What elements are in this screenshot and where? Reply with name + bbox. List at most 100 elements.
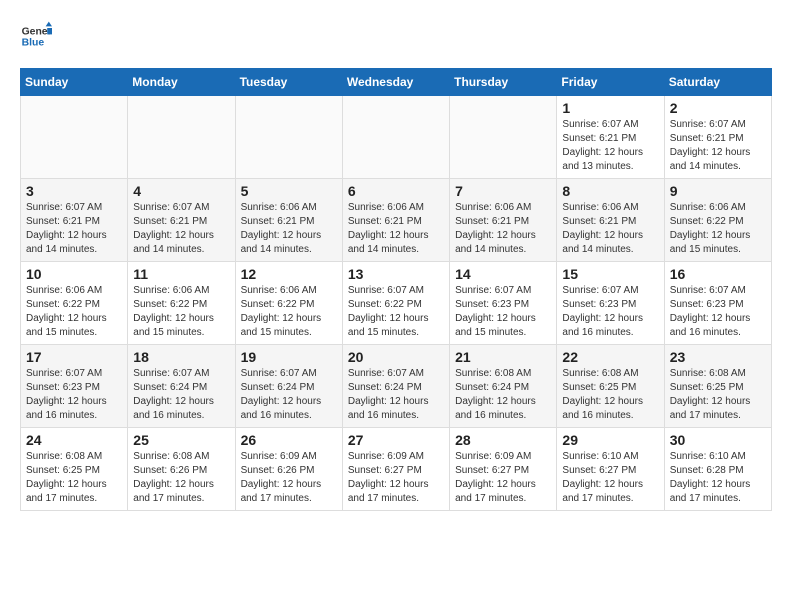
day-number: 9 xyxy=(670,183,766,199)
calendar-cell: 28Sunrise: 6:09 AM Sunset: 6:27 PM Dayli… xyxy=(450,428,557,511)
calendar-table: SundayMondayTuesdayWednesdayThursdayFrid… xyxy=(20,68,772,511)
calendar-cell: 4Sunrise: 6:07 AM Sunset: 6:21 PM Daylig… xyxy=(128,179,235,262)
day-number: 27 xyxy=(348,432,444,448)
day-info: Sunrise: 6:08 AM Sunset: 6:24 PM Dayligh… xyxy=(455,367,551,423)
calendar-cell: 18 Sunrise: 6:07 AM Sunset: 6:24 PM Dayli… xyxy=(128,345,235,428)
day-info: Sunrise: 6:06 AM Sunset: 6:21 PM Dayligh… xyxy=(348,201,444,257)
day-number: 24 xyxy=(26,432,122,448)
day-number: 18 xyxy=(133,349,229,365)
calendar-header: SundayMondayTuesdayWednesdayThursdayFrid… xyxy=(21,69,772,96)
day-info: Sunrise: 6:07 AM Sunset: 6:23 PM Dayligh… xyxy=(670,284,766,340)
weekday-header: Thursday xyxy=(450,69,557,96)
weekday-header: Tuesday xyxy=(235,69,342,96)
day-number: 21 xyxy=(455,349,551,365)
calendar-cell: 10 Sunrise: 6:06 AM Sunset: 6:22 PM Dayli… xyxy=(21,262,128,345)
day-number: 11 xyxy=(133,266,229,282)
day-info: Sunrise: 6:06 AM Sunset: 6:22 PM Dayligh… xyxy=(241,284,337,340)
calendar-cell: 20 Sunrise: 6:07 AM Sunset: 6:24 PM Dayli… xyxy=(342,345,449,428)
day-info: Sunrise: 6:08 AM Sunset: 6:25 PM Dayligh… xyxy=(26,450,122,506)
calendar-week-row: 17 Sunrise: 6:07 AM Sunset: 6:23 PM Dayli… xyxy=(21,345,772,428)
calendar-cell: 27 Sunrise: 6:09 AM Sunset: 6:27 PM Dayli… xyxy=(342,428,449,511)
day-info: Sunrise: 6:06 AM Sunset: 6:21 PM Dayligh… xyxy=(241,201,337,257)
day-info: Sunrise: 6:07 AM Sunset: 6:22 PM Dayligh… xyxy=(348,284,444,340)
calendar-cell: 7 Sunrise: 6:06 AM Sunset: 6:21 PM Daylig… xyxy=(450,179,557,262)
day-info: Sunrise: 6:08 AM Sunset: 6:25 PM Dayligh… xyxy=(562,367,658,423)
day-number: 13 xyxy=(348,266,444,282)
day-info: Sunrise: 6:06 AM Sunset: 6:22 PM Dayligh… xyxy=(133,284,229,340)
day-number: 30 xyxy=(670,432,766,448)
day-info: Sunrise: 6:07 AM Sunset: 6:21 PM Dayligh… xyxy=(670,118,766,174)
calendar-cell: 14 Sunrise: 6:07 AM Sunset: 6:23 PM Dayli… xyxy=(450,262,557,345)
day-info: Sunrise: 6:06 AM Sunset: 6:22 PM Dayligh… xyxy=(26,284,122,340)
logo: General Blue xyxy=(20,20,52,52)
day-number: 15 xyxy=(562,266,658,282)
calendar-cell: 11 Sunrise: 6:06 AM Sunset: 6:22 PM Dayli… xyxy=(128,262,235,345)
day-info: Sunrise: 6:07 AM Sunset: 6:24 PM Dayligh… xyxy=(133,367,229,423)
svg-text:Blue: Blue xyxy=(22,38,45,49)
day-info: Sunrise: 6:07 AM Sunset: 6:24 PM Dayligh… xyxy=(241,367,337,423)
calendar-cell xyxy=(342,96,449,179)
day-number: 10 xyxy=(26,266,122,282)
calendar-cell: 12Sunrise: 6:06 AM Sunset: 6:22 PM Dayli… xyxy=(235,262,342,345)
calendar-body: 1 Sunrise: 6:07 AM Sunset: 6:21 PM Daylig… xyxy=(21,96,772,511)
day-number: 19 xyxy=(241,349,337,365)
day-info: Sunrise: 6:09 AM Sunset: 6:27 PM Dayligh… xyxy=(348,450,444,506)
calendar-cell: 15 Sunrise: 6:07 AM Sunset: 6:23 PM Dayli… xyxy=(557,262,664,345)
calendar-cell xyxy=(450,96,557,179)
calendar-cell: 21 Sunrise: 6:08 AM Sunset: 6:24 PM Dayli… xyxy=(450,345,557,428)
day-number: 8 xyxy=(562,183,658,199)
day-info: Sunrise: 6:07 AM Sunset: 6:21 PM Dayligh… xyxy=(26,201,122,257)
calendar-cell: 23Sunrise: 6:08 AM Sunset: 6:25 PM Dayli… xyxy=(664,345,771,428)
weekday-header: Sunday xyxy=(21,69,128,96)
day-number: 20 xyxy=(348,349,444,365)
page-header: General Blue xyxy=(20,20,772,52)
day-info: Sunrise: 6:07 AM Sunset: 6:23 PM Dayligh… xyxy=(455,284,551,340)
day-info: Sunrise: 6:07 AM Sunset: 6:23 PM Dayligh… xyxy=(562,284,658,340)
day-number: 16 xyxy=(670,266,766,282)
calendar-cell: 22 Sunrise: 6:08 AM Sunset: 6:25 PM Dayli… xyxy=(557,345,664,428)
day-info: Sunrise: 6:06 AM Sunset: 6:22 PM Dayligh… xyxy=(670,201,766,257)
day-number: 6 xyxy=(348,183,444,199)
day-info: Sunrise: 6:07 AM Sunset: 6:21 PM Dayligh… xyxy=(562,118,658,174)
calendar-cell: 13 Sunrise: 6:07 AM Sunset: 6:22 PM Dayli… xyxy=(342,262,449,345)
day-number: 14 xyxy=(455,266,551,282)
calendar-cell: 26 Sunrise: 6:09 AM Sunset: 6:26 PM Dayli… xyxy=(235,428,342,511)
calendar-cell: 5 Sunrise: 6:06 AM Sunset: 6:21 PM Daylig… xyxy=(235,179,342,262)
day-number: 22 xyxy=(562,349,658,365)
day-info: Sunrise: 6:10 AM Sunset: 6:27 PM Dayligh… xyxy=(562,450,658,506)
calendar-week-row: 3 Sunrise: 6:07 AM Sunset: 6:21 PM Daylig… xyxy=(21,179,772,262)
day-number: 3 xyxy=(26,183,122,199)
day-number: 5 xyxy=(241,183,337,199)
day-info: Sunrise: 6:06 AM Sunset: 6:21 PM Dayligh… xyxy=(562,201,658,257)
day-info: Sunrise: 6:07 AM Sunset: 6:23 PM Dayligh… xyxy=(26,367,122,423)
day-info: Sunrise: 6:08 AM Sunset: 6:25 PM Dayligh… xyxy=(670,367,766,423)
day-number: 2 xyxy=(670,100,766,116)
calendar-cell: 17 Sunrise: 6:07 AM Sunset: 6:23 PM Dayli… xyxy=(21,345,128,428)
calendar-cell: 29 Sunrise: 6:10 AM Sunset: 6:27 PM Dayli… xyxy=(557,428,664,511)
day-number: 7 xyxy=(455,183,551,199)
day-info: Sunrise: 6:06 AM Sunset: 6:21 PM Dayligh… xyxy=(455,201,551,257)
weekday-header-row: SundayMondayTuesdayWednesdayThursdayFrid… xyxy=(21,69,772,96)
day-number: 29 xyxy=(562,432,658,448)
day-info: Sunrise: 6:08 AM Sunset: 6:26 PM Dayligh… xyxy=(133,450,229,506)
day-number: 1 xyxy=(562,100,658,116)
calendar-cell xyxy=(128,96,235,179)
day-number: 28 xyxy=(455,432,551,448)
calendar-cell: 1 Sunrise: 6:07 AM Sunset: 6:21 PM Daylig… xyxy=(557,96,664,179)
weekday-header: Friday xyxy=(557,69,664,96)
calendar-cell xyxy=(235,96,342,179)
day-number: 4 xyxy=(133,183,229,199)
day-number: 26 xyxy=(241,432,337,448)
day-info: Sunrise: 6:09 AM Sunset: 6:26 PM Dayligh… xyxy=(241,450,337,506)
day-info: Sunrise: 6:07 AM Sunset: 6:24 PM Dayligh… xyxy=(348,367,444,423)
logo-icon: General Blue xyxy=(20,20,52,52)
calendar-cell: 8 Sunrise: 6:06 AM Sunset: 6:21 PM Daylig… xyxy=(557,179,664,262)
calendar-cell: 3 Sunrise: 6:07 AM Sunset: 6:21 PM Daylig… xyxy=(21,179,128,262)
weekday-header: Monday xyxy=(128,69,235,96)
day-number: 17 xyxy=(26,349,122,365)
calendar-cell: 24 Sunrise: 6:08 AM Sunset: 6:25 PM Dayli… xyxy=(21,428,128,511)
calendar-cell xyxy=(21,96,128,179)
calendar-cell: 19 Sunrise: 6:07 AM Sunset: 6:24 PM Dayli… xyxy=(235,345,342,428)
weekday-header: Wednesday xyxy=(342,69,449,96)
calendar-cell: 30Sunrise: 6:10 AM Sunset: 6:28 PM Dayli… xyxy=(664,428,771,511)
